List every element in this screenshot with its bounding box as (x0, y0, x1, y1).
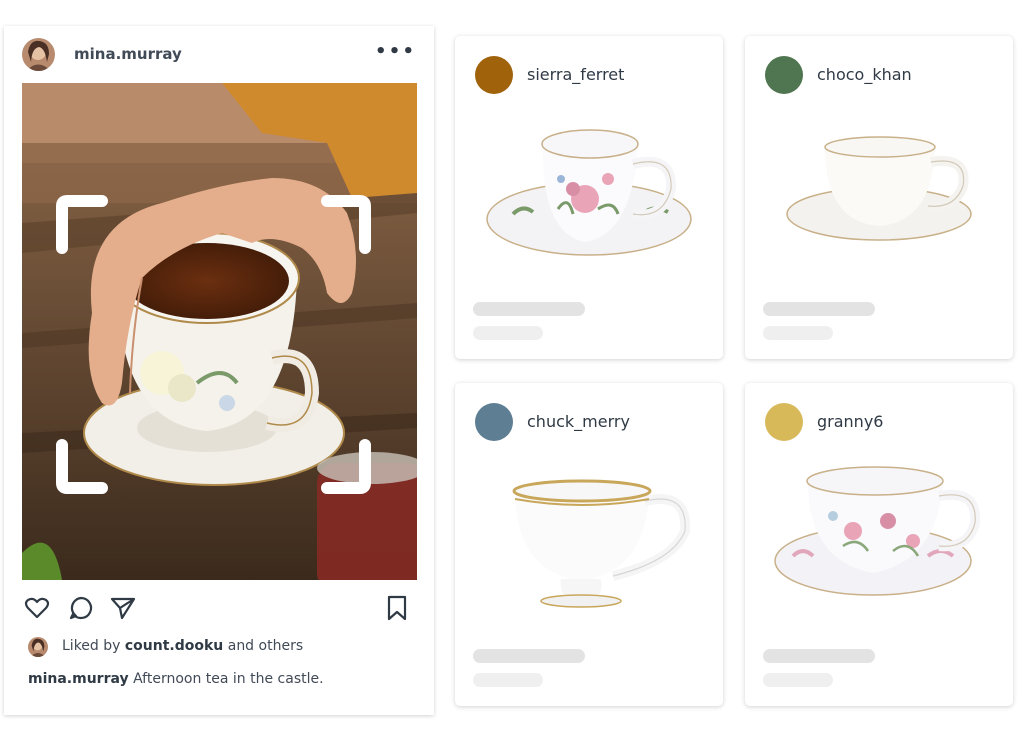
liked-user-link[interactable]: count.dooku (125, 638, 223, 654)
result-username[interactable]: sierra_ferret (527, 65, 624, 84)
post-actions (22, 592, 418, 624)
placeholder-line (763, 673, 833, 687)
post-photo[interactable] (22, 83, 417, 580)
placeholder-line (763, 302, 875, 316)
placeholder-line (763, 326, 833, 340)
teacup-image (512, 479, 691, 608)
result-card[interactable]: choco_khan (745, 36, 1013, 359)
placeholder-line (473, 302, 585, 316)
caption-text: Afternoon tea in the castle. (133, 671, 324, 687)
result-card[interactable]: sierra_ferret (455, 36, 723, 359)
liked-avatar[interactable] (28, 637, 48, 657)
result-username[interactable]: chuck_merry (527, 412, 630, 431)
placeholder-line (473, 326, 543, 340)
avatar[interactable] (765, 403, 803, 441)
more-dots-icon[interactable]: • • • (375, 41, 414, 62)
post-card: mina.murray • • • Liked by count.dooku a… (4, 26, 434, 715)
result-card[interactable]: chuck_merry (455, 383, 723, 706)
avatar[interactable] (22, 38, 55, 71)
result-username[interactable]: granny6 (817, 412, 883, 431)
liked-prefix: Liked by (62, 638, 121, 654)
avatar[interactable] (475, 403, 513, 441)
avatar[interactable] (475, 56, 513, 94)
result-username[interactable]: choco_khan (817, 65, 912, 84)
teacup-image (774, 466, 981, 596)
heart-icon[interactable] (24, 595, 50, 621)
caption-username[interactable]: mina.murray (28, 671, 129, 687)
comment-icon[interactable] (68, 595, 94, 621)
placeholder-line (473, 673, 543, 687)
placeholder-line (763, 649, 875, 663)
avatar[interactable] (765, 56, 803, 94)
send-icon[interactable] (110, 595, 136, 621)
bookmark-icon[interactable] (384, 595, 410, 621)
post-caption: mina.murray Afternoon tea in the castle. (28, 671, 324, 687)
teacup-image (486, 129, 692, 256)
liked-by-text: Liked by count.dooku and others (62, 638, 303, 654)
placeholder-line (473, 649, 585, 663)
post-header: mina.murray • • • (22, 38, 422, 72)
liked-suffix[interactable]: and others (228, 638, 303, 654)
post-username[interactable]: mina.murray (74, 45, 182, 63)
teacup-image (786, 136, 972, 241)
result-card[interactable]: granny6 (745, 383, 1013, 706)
